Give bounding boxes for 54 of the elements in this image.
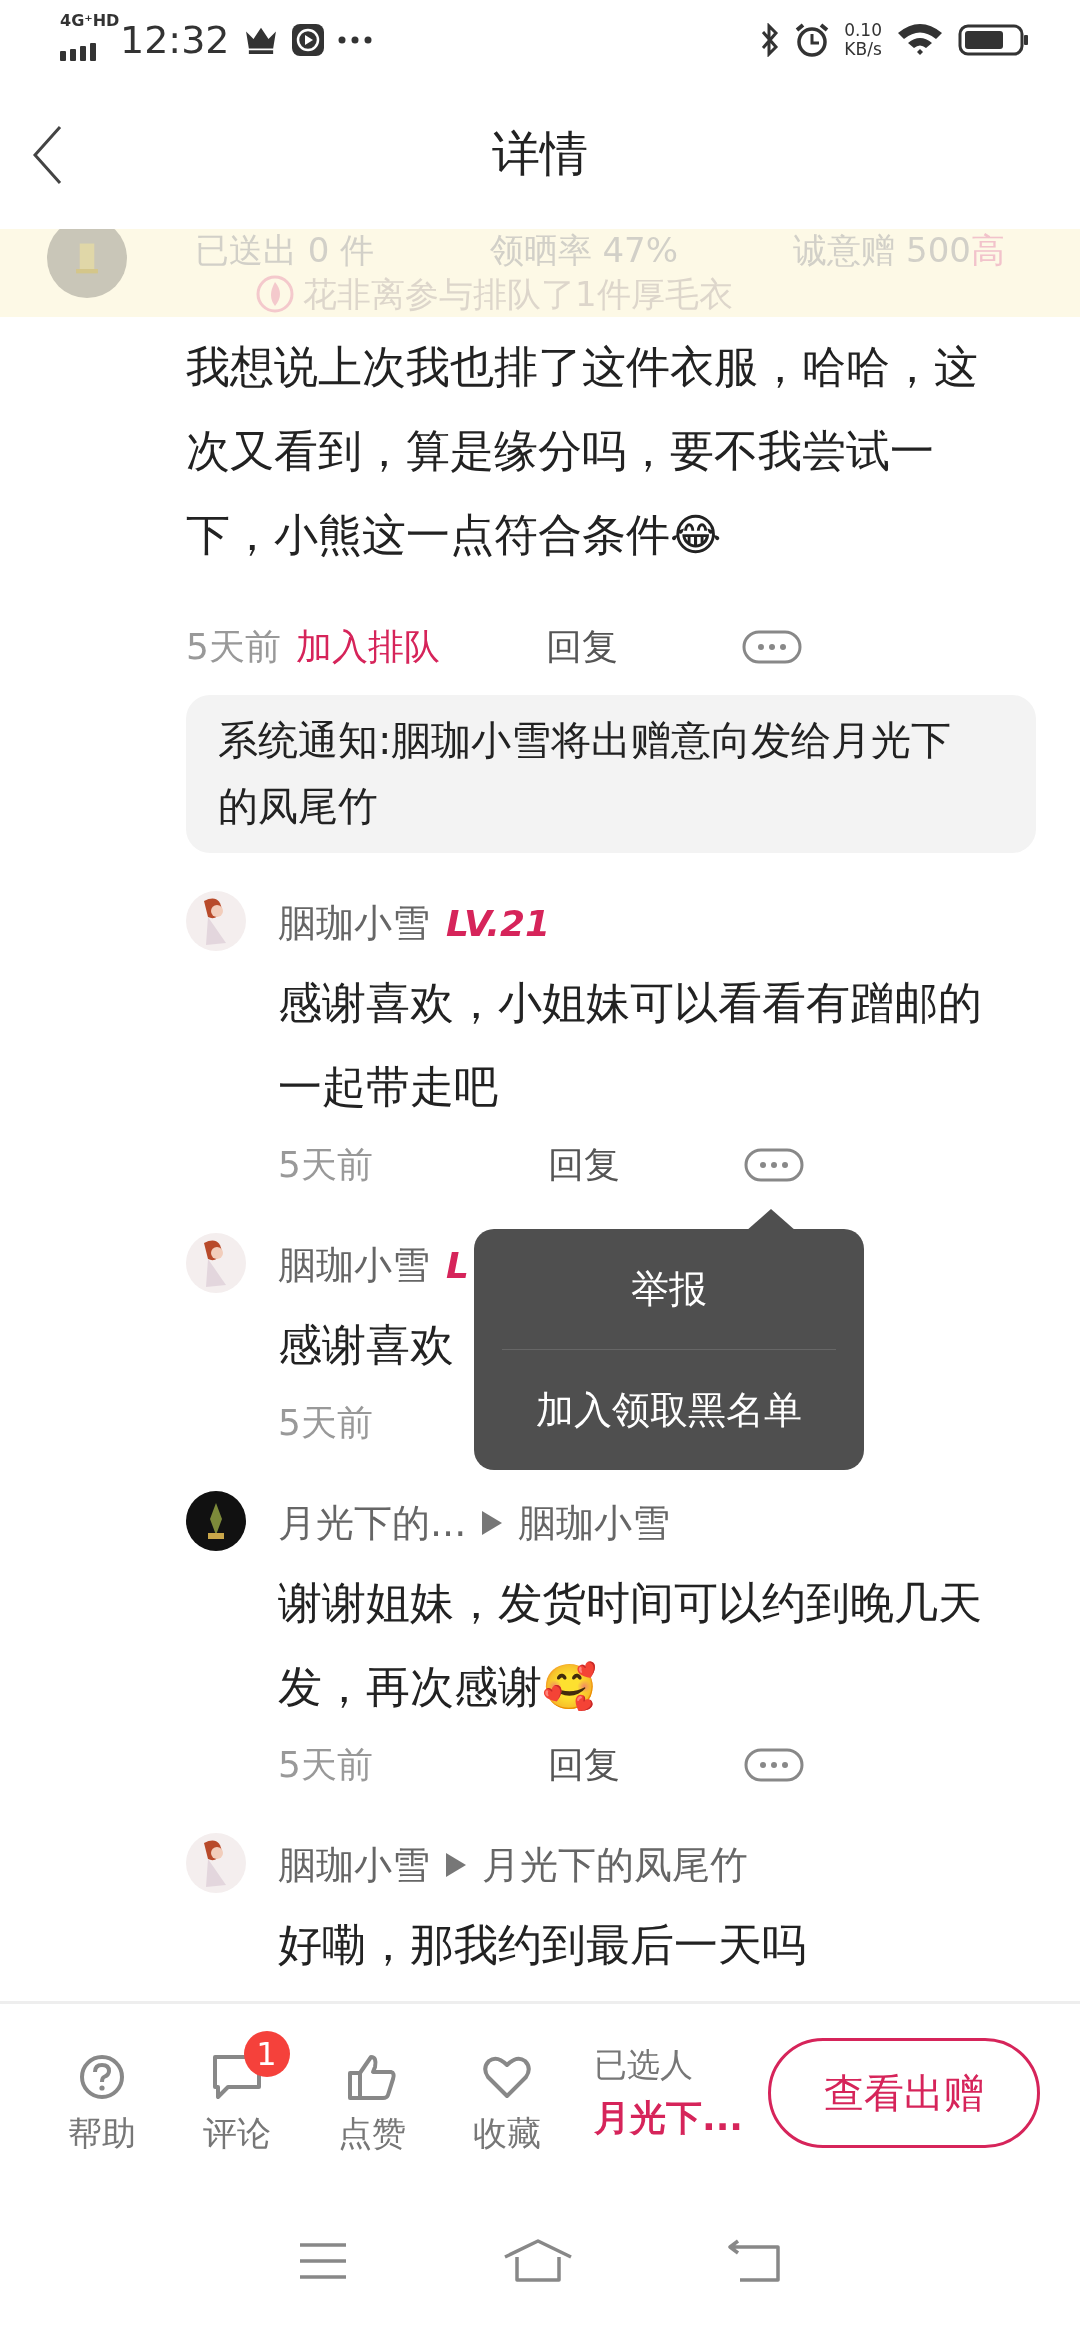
page-title: 详情 [492, 124, 588, 184]
more-icon[interactable] [744, 1148, 804, 1183]
comment-time: 5天前 [186, 624, 282, 669]
toolbar-action[interactable]: 点赞 [304, 2029, 439, 2158]
reply-text: 好嘞，那我约到最后一天吗 [278, 1918, 807, 1973]
more-icon[interactable] [742, 630, 802, 665]
toolbar-action[interactable]: 1 评论 [169, 2029, 304, 2158]
flame-icon [255, 274, 295, 315]
system-notice: 系统通知:胭珈小雪将出赠意向发给月光下的凤尾竹 [186, 695, 1036, 854]
user-level: LV.21 [446, 902, 550, 944]
reply-text: 感谢喜欢，小姐妹可以看看有蹭邮的一起带走吧 [278, 976, 983, 1115]
alarm-icon [794, 21, 831, 58]
selected-label: 已选人 [594, 2044, 694, 2087]
user-name[interactable]: 月光下的... [278, 1497, 467, 1549]
more-icon [337, 35, 372, 44]
reply-link[interactable]: 回复 [548, 1140, 620, 1190]
reply-link[interactable]: 回复 [548, 1740, 620, 1790]
user-name[interactable]: 胭珈小雪 [278, 1839, 430, 1891]
menu-item[interactable]: 加入领取黑名单 [536, 1350, 802, 1471]
help-icon [77, 2053, 126, 2102]
notification-badge: 1 [243, 2031, 290, 2078]
toolbar-action[interactable]: 帮助 [34, 2029, 169, 2158]
menu-item[interactable]: 举报 [631, 1229, 707, 1350]
speed-unit: KB/s [844, 39, 882, 59]
back-icon[interactable] [32, 124, 62, 185]
bluetooth-icon [760, 22, 781, 57]
user-name[interactable]: 胭珈小雪 [278, 1239, 430, 1291]
home-icon[interactable] [503, 2239, 573, 2284]
reply-text: 谢谢姐妹，发货时间可以约到晚几天发，再次感谢🥰 [278, 1576, 983, 1715]
battery-icon [958, 23, 1030, 56]
more-icon[interactable] [744, 1748, 804, 1783]
thumbs-up-icon [346, 2053, 397, 2102]
selected-user-name: 月光下... [594, 2096, 744, 2141]
wifi-icon [896, 22, 944, 57]
toolbar-action[interactable]: 收藏 [439, 2029, 574, 2158]
network-indicator: 4G⁺HD [60, 11, 120, 30]
reply-time: 5天前 [278, 1742, 374, 1787]
reply-time: 5天前 [278, 1400, 374, 1445]
reply-text: 感谢喜欢 [278, 1318, 455, 1373]
user-name[interactable]: 月光下的凤尾竹 [482, 1839, 748, 1891]
user-name[interactable]: 胭珈小雪 [278, 897, 430, 949]
join-queue-link[interactable]: 加入排队 [296, 622, 546, 672]
network-speed: 0.10 [844, 20, 882, 40]
clock-time: 12:32 [120, 17, 230, 62]
reply-time: 5天前 [278, 1142, 374, 1187]
heart-icon [481, 2054, 532, 2101]
play-arrow-icon [444, 1851, 468, 1880]
menu-icon[interactable] [297, 2241, 348, 2282]
view-gift-button[interactable]: 查看出赠 [768, 2038, 1040, 2149]
comment-text: 我想说上次我也排了这件衣服，哈哈，这次又看到，算是缘分吗，要不我尝试一下，小熊这一点符合条件😂 [186, 340, 979, 563]
play-icon [291, 23, 324, 56]
user-level: L [446, 1244, 469, 1286]
reply-link[interactable]: 回复 [546, 622, 618, 672]
user-name[interactable]: 胭珈小雪 [518, 1497, 671, 1549]
